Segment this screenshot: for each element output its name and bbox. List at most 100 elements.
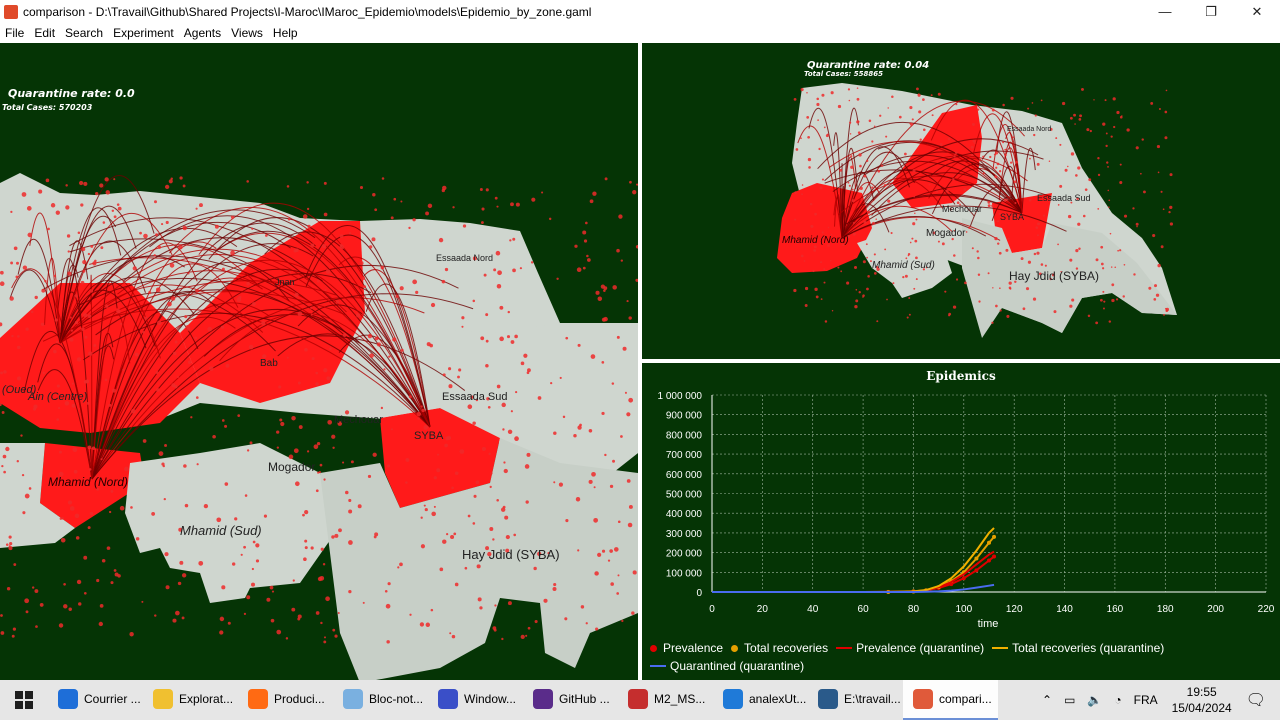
infected-agent — [286, 185, 290, 188]
infected-agent — [1035, 226, 1039, 229]
infected-agent — [1004, 153, 1007, 157]
taskbar-app[interactable]: Window... — [428, 680, 523, 720]
taskbar-app[interactable]: compari... — [903, 680, 998, 720]
infected-agent — [1119, 115, 1123, 119]
close-button[interactable]: ✕ — [1234, 0, 1280, 23]
map1-canvas[interactable]: Mhamid (Nord) Mhamid (Sud) Mogador Hay J… — [0, 43, 638, 680]
infected-agent — [442, 373, 446, 377]
taskbar-app[interactable]: Explorat... — [143, 680, 238, 720]
infected-agent — [906, 316, 909, 319]
infected-agent — [514, 334, 518, 339]
map2-canvas[interactable]: Mhamid (Nord) Mhamid (Sud) Mogador Hay J… — [642, 43, 1280, 359]
infected-agent — [1081, 87, 1084, 91]
app-icon — [438, 689, 458, 709]
infected-agent — [620, 435, 623, 438]
label2-essaada-sud: Essaada Sud — [1037, 193, 1091, 203]
infected-agent — [1140, 172, 1142, 175]
infected-agent — [866, 210, 871, 214]
label2-mogador: Mogador — [926, 228, 966, 239]
infected-agent — [576, 267, 582, 273]
start-button[interactable] — [0, 680, 48, 720]
infected-agent — [565, 519, 569, 523]
menu-search[interactable]: Search — [60, 23, 108, 43]
app-icon — [818, 689, 838, 709]
y-tick-label: 300 000 — [666, 529, 703, 540]
infected-agent — [585, 221, 588, 225]
infected-agent — [17, 335, 20, 338]
taskbar-app[interactable]: Bloc-not... — [333, 680, 428, 720]
infected-agent — [496, 205, 499, 208]
notifications-icon[interactable]: 🗨 — [1246, 690, 1266, 710]
map-view-quarantine[interactable]: Mhamid (Nord) Mhamid (Sud) Mogador Hay J… — [642, 43, 1280, 359]
menu-views[interactable]: Views — [226, 23, 268, 43]
infected-agent — [367, 474, 372, 479]
infected-agent — [928, 183, 931, 186]
chart-plot — [712, 527, 997, 594]
infected-agent — [236, 297, 242, 303]
infected-agent — [56, 418, 60, 421]
infected-agent — [613, 547, 619, 552]
infected-agent — [60, 537, 66, 543]
infected-agent — [266, 597, 271, 602]
infected-agent — [322, 563, 326, 566]
infected-agent — [1109, 232, 1112, 235]
infected-agent — [476, 564, 481, 569]
infected-agent — [5, 543, 9, 546]
app-icon — [248, 689, 268, 709]
taskbar-app[interactable]: analexUt... — [713, 680, 808, 720]
infected-agent — [246, 281, 250, 286]
menu-edit[interactable]: Edit — [29, 23, 60, 43]
menu-agents[interactable]: Agents — [179, 23, 226, 43]
infected-agent — [87, 445, 92, 450]
infected-agent — [452, 206, 455, 209]
infected-agent — [114, 572, 119, 577]
maximize-button[interactable]: ❐ — [1188, 0, 1234, 23]
infected-agent — [1022, 307, 1026, 311]
network-icon[interactable]: ◔ — [1114, 693, 1121, 707]
menu-experiment[interactable]: Experiment — [108, 23, 179, 43]
infected-agent — [461, 316, 465, 320]
taskbar-app[interactable]: GitHub ... — [523, 680, 618, 720]
minimize-button[interactable]: — — [1142, 0, 1188, 23]
chevron-up-icon[interactable]: ⌃ — [1042, 693, 1052, 707]
volume-icon[interactable]: 🔈 — [1087, 693, 1102, 707]
infected-agent — [1069, 258, 1073, 262]
infected-agent — [541, 191, 544, 194]
infected-agent — [105, 190, 110, 195]
infected-agent — [376, 342, 381, 347]
infected-agent — [225, 363, 230, 368]
taskbar-app[interactable]: Courrier ... — [48, 680, 143, 720]
map-view-no-quarantine[interactable]: Mhamid (Nord) Mhamid (Sud) Mogador Hay J… — [0, 43, 638, 680]
infected-agent — [409, 613, 412, 616]
infected-agent — [1116, 110, 1120, 115]
infected-agent — [912, 222, 916, 226]
infected-agent — [867, 275, 870, 278]
clock[interactable]: 19:55 15/04/2024 — [1172, 684, 1232, 716]
infected-agent — [500, 507, 506, 512]
label-essaada-sud: Essaada Sud — [442, 391, 507, 403]
infected-agent — [497, 270, 502, 276]
infected-agent — [219, 630, 224, 635]
infected-agent — [992, 287, 994, 289]
infected-agent — [69, 337, 74, 342]
infected-agent — [56, 384, 60, 388]
infected-agent — [849, 121, 852, 124]
menu-file[interactable]: File — [0, 23, 29, 43]
infected-agent — [991, 108, 995, 112]
menu-help[interactable]: Help — [268, 23, 303, 43]
battery-icon[interactable]: ▭ — [1064, 693, 1075, 707]
taskbar-app[interactable]: M2_MS... — [618, 680, 713, 720]
infected-agent — [230, 215, 235, 219]
infected-agent — [485, 313, 489, 317]
infected-agent — [224, 424, 228, 428]
taskbar-app-label: Produci... — [274, 692, 325, 706]
language-indicator[interactable]: FRA — [1134, 693, 1158, 707]
infected-agent — [915, 87, 919, 91]
infected-agent — [336, 300, 340, 304]
infected-agent — [1115, 298, 1119, 301]
infected-agent — [821, 231, 824, 234]
infected-agent — [857, 131, 861, 135]
taskbar-app[interactable]: Produci... — [238, 680, 333, 720]
epidemics-chart-pane[interactable]: Epidemics 0 100 000 200 000 300 000 400 000 5… — [642, 363, 1280, 680]
taskbar-app[interactable]: E:\travail... — [808, 680, 903, 720]
